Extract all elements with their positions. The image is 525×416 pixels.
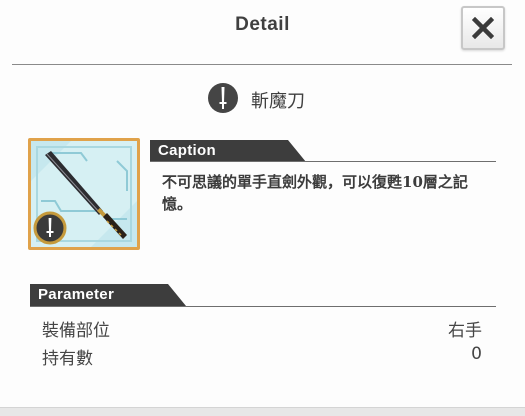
item-description: 不可思議的單手直劍外觀，可以復甦10層之記憶。	[162, 173, 468, 213]
caption-tab: Caption	[150, 140, 310, 162]
param-row-equip-slot: 裝備部位 右手	[42, 316, 482, 342]
close-button[interactable]	[461, 6, 505, 50]
param-label: 持有數	[42, 349, 93, 369]
item-detail-panel: Detail 斬魔刀 Caption 不可思議的單手直劍外觀，可以復甦10層之記…	[0, 0, 525, 416]
header-divider	[12, 64, 512, 65]
caption-label: Caption	[158, 142, 216, 159]
page-title: Detail	[235, 14, 290, 35]
sword-type-icon	[208, 83, 238, 113]
parameter-label: Parameter	[38, 286, 115, 303]
katana-icon	[31, 141, 137, 247]
close-icon	[472, 17, 494, 39]
param-value: 0	[471, 344, 482, 364]
caption-divider	[150, 161, 496, 162]
item-name: 斬魔刀	[251, 91, 305, 112]
parameter-tab: Parameter	[30, 284, 190, 306]
param-value: 右手	[448, 321, 482, 341]
item-name-row: 斬魔刀	[0, 80, 525, 116]
parameter-divider	[30, 306, 496, 307]
param-label: 裝備部位	[42, 321, 110, 341]
param-row-owned-count: 持有數 0	[42, 344, 482, 370]
item-thumbnail	[28, 138, 140, 250]
